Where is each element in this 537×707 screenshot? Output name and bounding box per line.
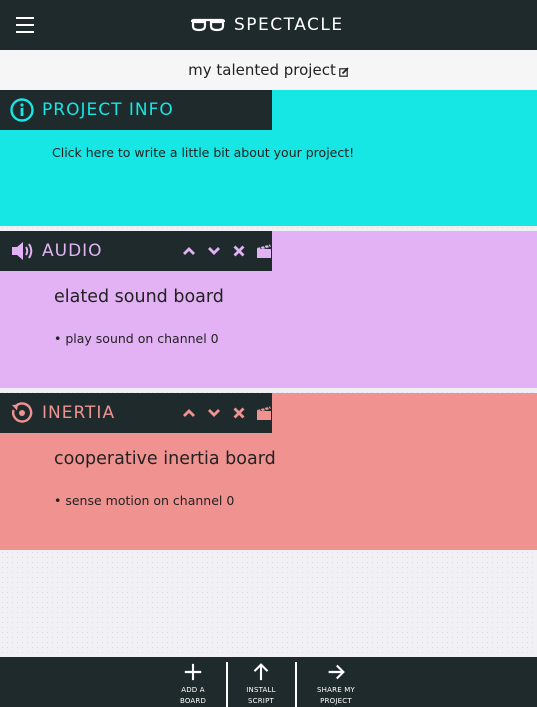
edit-pencil-icon[interactable]: [339, 67, 349, 77]
top-bar: SPECTACLE: [0, 0, 537, 50]
speaker-icon: [10, 240, 34, 262]
add-board-label: ADD A BOARD: [179, 686, 207, 705]
share-project-button[interactable]: SHARE MY PROJECT: [306, 657, 366, 707]
project-title-bar: my talented project: [0, 50, 537, 90]
clapperboard-icon[interactable]: [251, 241, 276, 261]
add-board-button[interactable]: ADD A BOARD: [163, 657, 223, 707]
inertia-board-type: INERTIA: [42, 403, 116, 423]
hamburger-menu-icon[interactable]: [16, 17, 34, 33]
arrow-right-icon: [328, 664, 345, 680]
inertia-board-command[interactable]: • sense motion on channel 0: [54, 493, 234, 508]
divider: [295, 662, 297, 707]
inertia-board-name[interactable]: cooperative inertia board: [54, 449, 276, 469]
install-script-label: INSTALL SCRIPT: [246, 686, 276, 705]
brand-name: SPECTACLE: [234, 15, 344, 35]
inertia-board-card: INERTIA cooperative inertia board • sens…: [0, 393, 537, 550]
audio-board-header: AUDIO: [0, 231, 272, 271]
info-circle-icon: [10, 98, 34, 122]
project-description-placeholder[interactable]: Click here to write a little bit about y…: [52, 145, 354, 160]
spectacles-logo-icon: [190, 18, 226, 32]
divider: [226, 662, 228, 707]
chevron-down-icon[interactable]: [201, 403, 226, 423]
project-info-card: PROJECT INFO Click here to write a littl…: [0, 90, 537, 226]
project-info-title: PROJECT INFO: [42, 100, 174, 120]
share-project-label: SHARE MY PROJECT: [317, 686, 355, 705]
chevron-up-icon[interactable]: [176, 241, 201, 261]
audio-board-type: AUDIO: [42, 241, 103, 261]
close-icon[interactable]: [226, 403, 251, 423]
close-icon[interactable]: [226, 241, 251, 261]
audio-board-card: AUDIO elated sound board • play sound on…: [0, 231, 537, 388]
chevron-up-icon[interactable]: [176, 403, 201, 423]
chevron-down-icon[interactable]: [201, 241, 226, 261]
arrow-up-icon: [253, 663, 269, 681]
bottom-action-bar: ADD A BOARD INSTALL SCRIPT SHARE MY PROJ…: [0, 657, 537, 707]
install-script-button[interactable]: INSTALL SCRIPT: [231, 657, 291, 707]
clapperboard-icon[interactable]: [251, 403, 276, 423]
brand: SPECTACLE: [190, 12, 344, 38]
inertia-board-controls: [176, 403, 276, 423]
audio-board-name[interactable]: elated sound board: [54, 287, 224, 307]
audio-board-controls: [176, 241, 276, 261]
inertia-board-header: INERTIA: [0, 393, 272, 433]
plus-icon: [184, 663, 202, 681]
project-title[interactable]: my talented project: [188, 61, 336, 79]
inertia-rotate-icon: [10, 401, 34, 425]
audio-board-command[interactable]: • play sound on channel 0: [54, 331, 219, 346]
project-info-header: PROJECT INFO: [0, 90, 272, 130]
